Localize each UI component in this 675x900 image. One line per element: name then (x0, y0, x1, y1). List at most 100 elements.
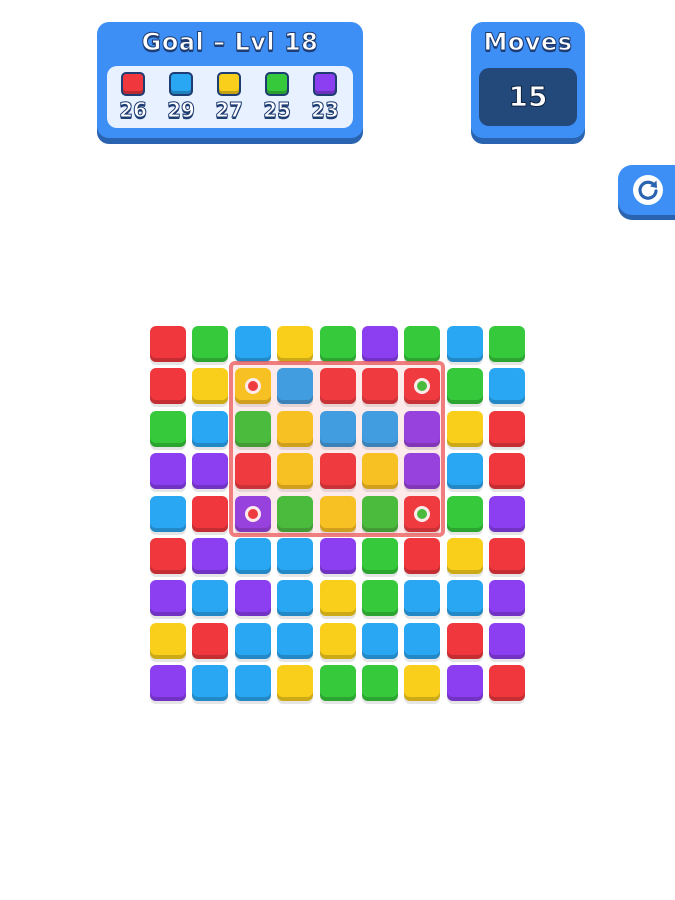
tile-blue[interactable] (277, 622, 314, 659)
tile-purple[interactable] (150, 453, 186, 490)
tile-red[interactable] (489, 453, 526, 490)
goal-swatch-green (265, 72, 289, 96)
tile-blue[interactable] (277, 368, 314, 405)
goal-panel: Goal – Lvl 18 26 29 27 25 23 (97, 22, 363, 138)
tile-red[interactable] (489, 665, 526, 702)
tile-blue[interactable] (192, 410, 229, 447)
tile-red[interactable] (489, 538, 526, 574)
tile-blue[interactable] (150, 495, 186, 532)
tile-blue[interactable] (362, 410, 398, 447)
tile-red[interactable] (150, 538, 186, 574)
goal-count-red: 26 (119, 98, 148, 123)
tile-green[interactable] (234, 410, 271, 447)
tile-purple[interactable] (489, 622, 526, 659)
tile-blue[interactable] (234, 622, 271, 659)
tile-red[interactable] (150, 326, 186, 362)
tile-blue[interactable] (277, 538, 314, 574)
tile-blue[interactable] (192, 665, 229, 702)
tile-yellow[interactable] (362, 453, 398, 490)
goal-count-blue: 29 (167, 98, 196, 123)
tile-green[interactable] (192, 326, 229, 362)
tile-green[interactable] (489, 326, 526, 362)
tile-purple[interactable] (489, 580, 526, 617)
restart-icon (633, 175, 663, 205)
tile-yellow[interactable] (319, 580, 356, 617)
corner-marker-green (414, 378, 431, 395)
tile-red[interactable] (404, 368, 441, 405)
tile-yellow[interactable] (277, 453, 314, 490)
tile-green[interactable] (446, 368, 483, 405)
tile-red[interactable] (489, 410, 526, 447)
corner-marker-green (414, 505, 431, 522)
goal-count-yellow: 27 (215, 98, 244, 123)
tile-blue[interactable] (319, 410, 356, 447)
tile-red[interactable] (234, 453, 271, 490)
tile-yellow[interactable] (150, 622, 186, 659)
tile-purple[interactable] (234, 495, 271, 532)
tile-green[interactable] (319, 665, 356, 702)
tile-green[interactable] (446, 495, 483, 532)
tile-purple[interactable] (362, 326, 398, 362)
tile-red[interactable] (404, 495, 441, 532)
tile-yellow[interactable] (277, 665, 314, 702)
tile-purple[interactable] (192, 453, 229, 490)
tile-purple[interactable] (404, 453, 441, 490)
tile-red[interactable] (192, 495, 229, 532)
tile-yellow[interactable] (277, 326, 314, 362)
goal-swatch-purple (313, 72, 337, 96)
tile-yellow[interactable] (319, 622, 356, 659)
tile-red[interactable] (319, 368, 356, 405)
corner-marker-fill (417, 381, 428, 392)
tile-green[interactable] (150, 410, 186, 447)
tile-yellow[interactable] (234, 368, 271, 405)
tile-green[interactable] (362, 538, 398, 574)
tile-blue[interactable] (234, 538, 271, 574)
tile-purple[interactable] (319, 538, 356, 574)
tile-blue[interactable] (446, 580, 483, 617)
tile-red[interactable] (319, 453, 356, 490)
tile-yellow[interactable] (277, 410, 314, 447)
goal-item-yellow: 27 (209, 72, 249, 128)
tile-yellow[interactable] (404, 665, 441, 702)
tile-blue[interactable] (192, 580, 229, 617)
tile-green[interactable] (404, 326, 441, 362)
tile-green[interactable] (277, 495, 314, 532)
tile-blue[interactable] (362, 622, 398, 659)
tile-green[interactable] (319, 326, 356, 362)
tile-green[interactable] (362, 580, 398, 617)
tile-red[interactable] (150, 368, 186, 405)
goal-item-red: 26 (113, 72, 153, 128)
tile-green[interactable] (362, 665, 398, 702)
tile-yellow[interactable] (192, 368, 229, 405)
tile-blue[interactable] (234, 665, 271, 702)
tile-yellow[interactable] (446, 410, 483, 447)
tile-blue[interactable] (446, 326, 483, 362)
tile-purple[interactable] (150, 665, 186, 702)
tile-purple[interactable] (150, 580, 186, 617)
tile-blue[interactable] (404, 622, 441, 659)
tile-blue[interactable] (446, 453, 483, 490)
tile-red[interactable] (446, 622, 483, 659)
tile-purple[interactable] (446, 665, 483, 702)
goal-targets: 26 29 27 25 23 (107, 66, 353, 128)
tile-blue[interactable] (489, 368, 526, 405)
tile-blue[interactable] (234, 326, 271, 362)
tile-yellow[interactable] (446, 538, 483, 574)
tile-red[interactable] (404, 538, 441, 574)
tile-yellow[interactable] (319, 495, 356, 532)
tile-purple[interactable] (404, 410, 441, 447)
tile-green[interactable] (362, 495, 398, 532)
tile-purple[interactable] (234, 580, 271, 617)
restart-button[interactable] (618, 165, 675, 215)
tile-blue[interactable] (404, 580, 441, 617)
corner-marker-fill (247, 508, 258, 519)
goal-title: Goal – Lvl 18 (141, 28, 319, 57)
moves-value: 15 (508, 80, 548, 114)
goal-swatch-yellow (217, 72, 241, 96)
tile-purple[interactable] (489, 495, 526, 532)
goal-item-blue: 29 (161, 72, 201, 128)
tile-purple[interactable] (192, 538, 229, 574)
tile-red[interactable] (192, 622, 229, 659)
tile-red[interactable] (362, 368, 398, 405)
tile-blue[interactable] (277, 580, 314, 617)
